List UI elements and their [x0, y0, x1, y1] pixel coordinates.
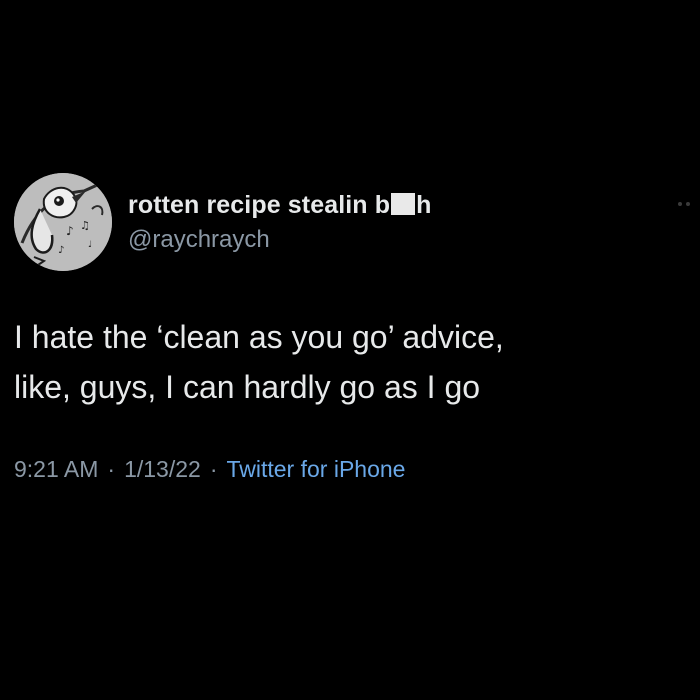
- tweet-date[interactable]: 1/13/22: [124, 456, 201, 483]
- svg-text:♪: ♪: [58, 245, 64, 256]
- svg-text:♪: ♪: [66, 224, 74, 238]
- more-dots-icon[interactable]: [678, 202, 690, 206]
- meta-separator: ·: [209, 456, 218, 482]
- bird-sketch-icon: ♪ ♫ ♪ ♩: [14, 173, 112, 271]
- tweet-source-link[interactable]: Twitter for iPhone: [226, 456, 405, 483]
- tweet-time[interactable]: 9:21 AM: [14, 456, 98, 483]
- display-name-tail[interactable]: h: [416, 191, 431, 220]
- svg-text:♫: ♫: [80, 219, 90, 232]
- tweet-meta: 9:21 AM · 1/13/22 · Twitter for iPhone: [14, 456, 686, 483]
- display-name[interactable]: rotten recipe stealin b: [128, 191, 390, 220]
- svg-text:♩: ♩: [88, 240, 92, 250]
- censor-bar: [391, 193, 416, 215]
- tweet-header: ♪ ♫ ♪ ♩ rotten recipe stealin b h @raych…: [14, 172, 690, 272]
- user-handle[interactable]: @raychraych: [128, 226, 431, 254]
- display-name-row[interactable]: rotten recipe stealin b h: [128, 191, 431, 220]
- avatar[interactable]: ♪ ♫ ♪ ♩: [14, 173, 112, 271]
- author-names: rotten recipe stealin b h @raychraych: [128, 191, 431, 254]
- tweet-text: I hate the ‘clean as you go’ advice, lik…: [14, 319, 504, 405]
- more-dot: [686, 202, 690, 206]
- tweet-card: ♪ ♫ ♪ ♩ rotten recipe stealin b h @raych…: [14, 172, 690, 483]
- more-dot: [678, 202, 682, 206]
- meta-separator: ·: [107, 456, 116, 482]
